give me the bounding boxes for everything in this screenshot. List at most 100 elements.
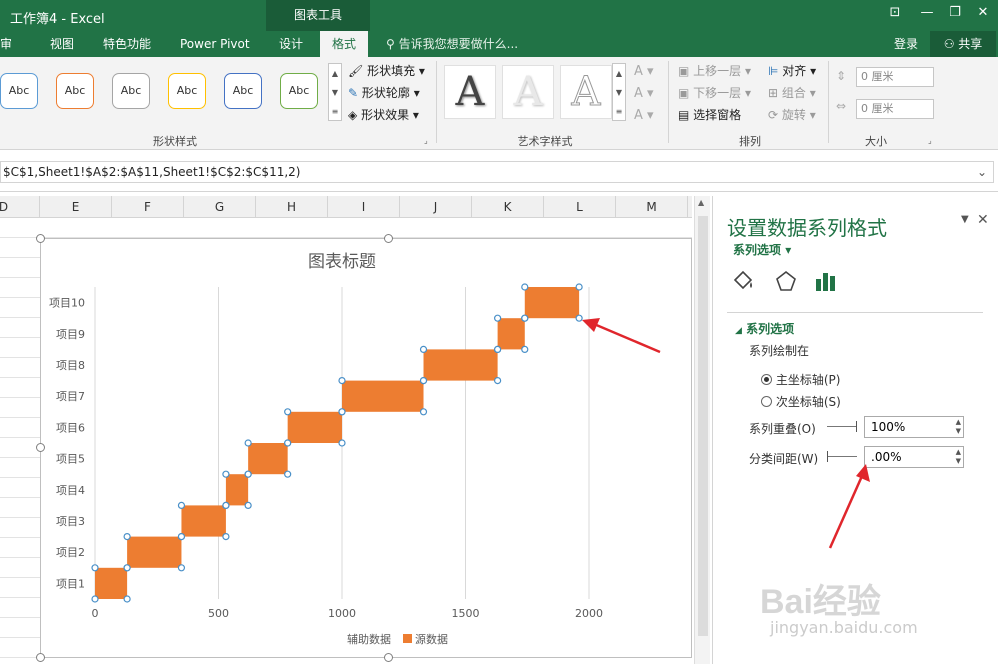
scroll-thumb[interactable] — [698, 216, 708, 636]
spin-icon[interactable]: ▲ ▼ — [956, 418, 961, 436]
selection-handle[interactable] — [419, 377, 428, 385]
tab-view[interactable]: 视图 — [50, 31, 80, 57]
bar-source-data[interactable] — [181, 505, 226, 537]
selection-handle[interactable] — [123, 533, 131, 541]
formula-expand-icon[interactable]: ⌄ — [977, 162, 987, 182]
gallery-scroll[interactable]: ▲ ▼ ≡ — [328, 63, 342, 121]
shape-style-swatch[interactable]: Abc — [56, 73, 94, 109]
bar-source-data[interactable] — [225, 474, 249, 506]
selection-handle[interactable] — [244, 501, 252, 509]
tab-format[interactable]: 格式 — [320, 31, 368, 57]
send-backward-button[interactable]: ▣ 下移一层 ▾ — [678, 83, 751, 103]
selection-handle[interactable] — [494, 345, 502, 354]
gap-slider[interactable] — [827, 451, 857, 462]
tab-power-pivot[interactable]: Power Pivot — [180, 31, 256, 57]
resize-handle[interactable] — [36, 234, 45, 243]
ribbon-display-icon[interactable]: ⊡ — [884, 4, 906, 22]
legend-entry-helper[interactable]: 辅助数据 — [347, 632, 391, 646]
selection-handle[interactable] — [222, 470, 230, 478]
column-header[interactable]: J — [400, 196, 472, 218]
series-overlap-input[interactable]: 100% ▲ ▼ — [864, 416, 964, 438]
shape-width-input[interactable]: 0 厘米 — [856, 99, 934, 119]
selection-handle[interactable] — [284, 439, 292, 447]
column-header[interactable]: D — [0, 196, 40, 218]
column-header[interactable]: H — [256, 196, 328, 218]
wordart-style-1[interactable]: A — [444, 65, 496, 119]
legend-entry-source[interactable]: 源数据 — [415, 632, 448, 646]
effects-icon[interactable] — [773, 270, 799, 292]
gap-width-input[interactable]: .00% ▲ ▼ — [864, 446, 964, 468]
selection-handle[interactable] — [284, 470, 292, 478]
column-header[interactable]: I — [328, 196, 400, 218]
bar-source-data[interactable] — [497, 318, 525, 350]
selection-pane-button[interactable]: ▤ 选择窗格 — [678, 105, 741, 125]
selection-handle[interactable] — [338, 408, 346, 416]
selection-handle[interactable] — [338, 377, 346, 385]
primary-axis-radio[interactable]: 主坐标轴(P) — [761, 371, 840, 388]
selection-handle[interactable] — [177, 564, 186, 572]
column-header[interactable]: M — [616, 196, 688, 218]
selection-handle[interactable] — [521, 345, 529, 354]
selection-handle[interactable] — [521, 314, 529, 322]
selection-handle[interactable] — [575, 283, 583, 291]
tab-review[interactable]: 审阅 — [0, 31, 22, 77]
bar-source-data[interactable] — [524, 287, 580, 319]
shape-style-swatch[interactable]: Abc — [0, 73, 38, 109]
selection-handle[interactable] — [244, 439, 252, 447]
share-button[interactable]: ⚇ 共享 — [930, 31, 996, 57]
spin-icon[interactable]: ▲ ▼ — [956, 448, 961, 466]
close-icon[interactable]: ✕ — [972, 4, 994, 22]
formula-input[interactable]: $C$1,Sheet1!$A$2:$A$11,Sheet1!$C$2:$C$11… — [0, 161, 994, 183]
column-header[interactable]: G — [184, 196, 256, 218]
shape-height-input[interactable]: 0 厘米 — [856, 67, 934, 87]
tab-design[interactable]: 设计 — [279, 31, 309, 57]
selection-handle[interactable] — [494, 314, 502, 322]
login-link[interactable]: 登录 — [894, 31, 918, 57]
rotate-button[interactable]: ⟳ 旋转 ▾ — [768, 105, 816, 125]
bar-source-data[interactable] — [127, 536, 182, 568]
column-header[interactable]: F — [112, 196, 184, 218]
chart-area[interactable]: 图表标题 0 500 1000 1500 2000 项目1 项目2 项目3 项目4 项目5 项目6 项目… — [40, 238, 692, 658]
bar-source-data[interactable] — [287, 411, 342, 443]
size-launcher-icon[interactable]: ⌟ — [928, 136, 932, 145]
align-button[interactable]: ⊫ 对齐 ▾ — [768, 61, 816, 81]
column-header[interactable]: E — [40, 196, 112, 218]
text-fill-icon[interactable]: A ▾ A ▾ A ▾ — [634, 61, 654, 127]
shape-style-swatch[interactable]: Abc — [280, 73, 318, 109]
shape-style-swatch[interactable]: Abc — [112, 73, 150, 109]
group-button[interactable]: ⊞ 组合 ▾ — [768, 83, 816, 103]
bar-source-data[interactable] — [342, 380, 424, 412]
wordart-scroll[interactable]: ▲ ▼ ≡ — [612, 63, 626, 121]
series-options-icon[interactable] — [813, 270, 839, 292]
restore-icon[interactable]: ❐ — [944, 4, 966, 22]
selection-handle[interactable] — [419, 408, 428, 416]
selection-handle[interactable] — [284, 408, 292, 416]
selection-handle[interactable] — [521, 283, 529, 291]
selection-handle[interactable] — [419, 345, 428, 354]
selection-handle[interactable] — [91, 595, 99, 603]
pane-close-icon[interactable]: ✕ — [977, 212, 989, 228]
tab-special[interactable]: 特色功能 — [103, 31, 159, 57]
shape-style-swatch[interactable]: Abc — [168, 73, 206, 109]
selection-handle[interactable] — [222, 533, 230, 541]
bar-chart[interactable]: 图表标题 0 500 1000 1500 2000 项目1 项目2 项目3 项目4 项目5 项目6 项目… — [41, 239, 693, 659]
selection-handle[interactable] — [338, 439, 346, 447]
selection-handle[interactable] — [575, 314, 583, 322]
bar-source-data[interactable] — [95, 567, 128, 599]
selection-handle[interactable] — [494, 377, 502, 385]
shape-outline-button[interactable]: ✎ 形状轮廓 ▾ — [348, 83, 420, 103]
resize-handle[interactable] — [36, 653, 45, 662]
shape-style-swatch[interactable]: Abc — [224, 73, 262, 109]
shape-effect-button[interactable]: ◈ 形状效果 ▾ — [348, 105, 419, 125]
bring-forward-button[interactable]: ▣ 上移一层 ▾ — [678, 61, 751, 81]
resize-handle[interactable] — [36, 443, 45, 452]
overlap-slider[interactable] — [827, 421, 857, 432]
scroll-up-icon[interactable]: ▲ — [698, 198, 704, 207]
wordart-style-2[interactable]: A — [502, 65, 554, 119]
selection-handle[interactable] — [177, 501, 186, 509]
wordart-style-3[interactable]: A — [560, 65, 612, 119]
column-header[interactable]: L — [544, 196, 616, 218]
minimize-icon[interactable]: — — [916, 4, 938, 22]
selection-handle[interactable] — [177, 533, 186, 541]
selection-handle[interactable] — [91, 564, 99, 572]
